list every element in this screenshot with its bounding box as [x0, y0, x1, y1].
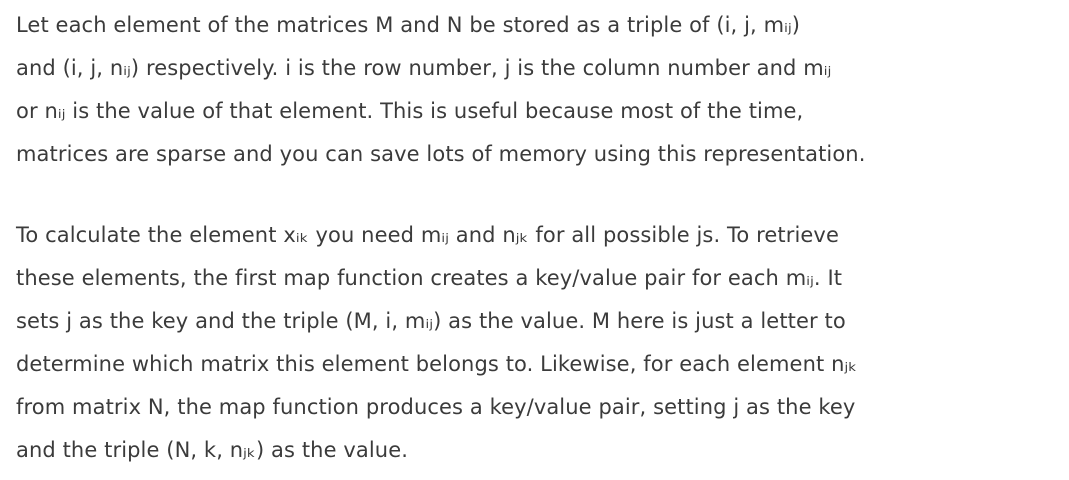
paragraph-matrix-storage: Let each element of the matrices M and N… [16, 13, 866, 166]
paragraph-map-function: To calculate the element xᵢₖ you need mᵢ… [16, 223, 858, 462]
document-body: Let each element of the matrices M and N… [0, 0, 1069, 480]
